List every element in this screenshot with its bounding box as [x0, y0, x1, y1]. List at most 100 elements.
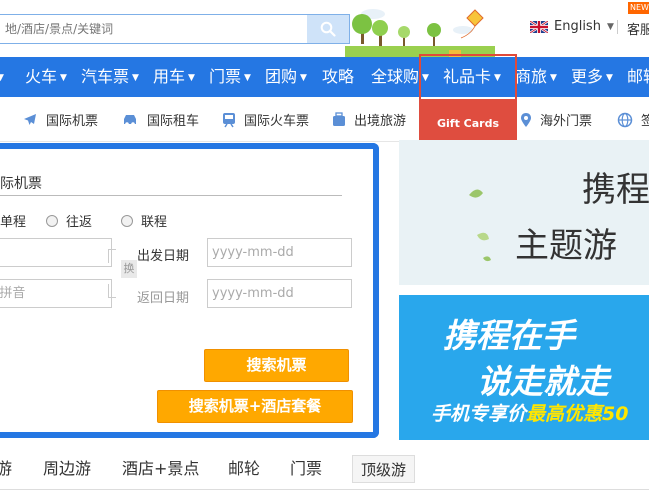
tour-category-tabs: 游 周边游 酒店+景点 邮轮 门票 顶级游	[0, 445, 649, 490]
globe-icon	[617, 112, 633, 127]
nav-item-tickets[interactable]: 门票 ▼	[209, 57, 251, 97]
top-bar: English ▼ NEW 客服	[0, 0, 649, 60]
caret-down-icon: ▼	[244, 73, 251, 83]
return-date-input[interactable]: yyyy-mm-dd	[207, 279, 352, 308]
flight-booking-panel: 际机票 单程 往返 联程 /拼音 出发日期 返回日期 yyyy-mm-dd yy…	[0, 143, 379, 438]
subnav-item-intl-car-rental[interactable]: 国际租车	[121, 97, 199, 142]
subnav-item-visa[interactable]: 签	[617, 97, 649, 142]
caret-down-icon: ▼	[300, 73, 307, 83]
swap-cities-button[interactable]: 换	[121, 260, 137, 278]
radio-button[interactable]	[121, 214, 133, 227]
nav-label: 邮轮	[627, 67, 649, 86]
subnav-label: 国际机票	[46, 114, 99, 129]
search-box	[0, 14, 350, 44]
banner-title-line1: 携程	[582, 170, 649, 210]
promo-number: 50	[602, 403, 629, 425]
train-icon	[223, 112, 235, 127]
search-flights-button[interactable]: 搜索机票	[204, 349, 349, 382]
nav-label: 火车	[25, 67, 58, 86]
plane-icon	[24, 113, 36, 125]
subnav-label: 国际租车	[147, 114, 200, 129]
trip-type-one-way[interactable]: 单程	[0, 211, 26, 230]
depart-date-label: 出发日期	[137, 249, 190, 264]
language-label: English	[554, 19, 601, 34]
language-selector[interactable]: English ▼	[530, 19, 614, 34]
caret-down-icon: ▼	[0, 73, 4, 83]
chevron-down-icon: ▼	[606, 21, 614, 32]
nav-label: 商旅	[515, 67, 548, 86]
divider	[617, 20, 618, 34]
nav-label: 更多	[571, 67, 604, 86]
subnav-label: 签	[641, 114, 649, 129]
subnav-label: 海外门票	[540, 114, 593, 129]
radio-label: 联程	[141, 215, 168, 230]
departure-city-input[interactable]	[0, 238, 112, 267]
subnav-item-intl-flights[interactable]: 国际机票	[22, 97, 98, 142]
bracket	[108, 284, 116, 298]
theme-tour-banner[interactable]: 携程 主题游	[399, 140, 649, 285]
tab-tickets[interactable]: 门票	[290, 455, 322, 483]
promo-highlight: 最高优惠	[526, 403, 603, 425]
nav-label: 汽车票	[81, 67, 130, 86]
subnav-label: 国际火车票	[244, 114, 310, 129]
tab-luxury-tours[interactable]: 顶级游	[352, 455, 416, 483]
car-icon	[124, 114, 136, 126]
nav-item-cruise[interactable]: 邮轮	[627, 57, 649, 97]
location-pin-icon	[521, 112, 531, 127]
nav-item-train[interactable]: 火车 ▼	[25, 57, 67, 97]
main-nav: ▼ 火车 ▼ 汽车票 ▼ 用车 ▼ 门票 ▼ 团购 ▼ 攻略 全球购 ▼ 礼品卡 ▼ 商旅 ▼ …	[0, 57, 649, 97]
nav-label: 团购	[265, 67, 298, 86]
new-badge: NEW	[628, 2, 649, 14]
arrival-city-input[interactable]: /拼音	[0, 279, 112, 308]
radio-label: 往返	[66, 215, 93, 230]
mobile-app-banner[interactable]: 携程在手 说走就走 手机专享价最高优惠50	[399, 295, 649, 440]
tab-tours[interactable]: 游	[0, 455, 12, 483]
search-icon	[320, 21, 336, 37]
subnav-item-outbound-tours[interactable]: 出境旅游	[332, 97, 406, 142]
caret-down-icon: ▼	[60, 73, 67, 83]
uk-flag-icon	[530, 20, 548, 33]
banner-title-line2: 主题游	[515, 226, 617, 266]
tab-nearby-tours[interactable]: 周边游	[43, 455, 91, 483]
caret-down-icon: ▼	[606, 73, 613, 83]
caret-down-icon: ▼	[132, 73, 139, 83]
header-scenery-illustration	[345, 9, 495, 60]
nav-item-car[interactable]: 用车 ▼	[153, 57, 195, 97]
suitcase-icon	[333, 111, 345, 126]
tab-cruise[interactable]: 邮轮	[228, 455, 260, 483]
divider	[0, 195, 342, 196]
subnav-item-intl-train[interactable]: 国际火车票	[222, 97, 309, 142]
nav-label: 攻略	[322, 67, 355, 86]
depart-date-input[interactable]: yyyy-mm-dd	[207, 238, 352, 267]
subnav-item-overseas-tickets[interactable]: 海外门票	[520, 97, 592, 142]
nav-label: 用车	[153, 67, 186, 86]
nav-item-business-travel[interactable]: 商旅 ▼	[515, 57, 557, 97]
nav-item-1[interactable]: ▼	[0, 57, 4, 97]
radio-label: 单程	[0, 215, 27, 230]
banner-promo-text: 手机专享价最高优惠50	[431, 399, 628, 426]
sub-nav: 国际机票 国际租车 国际火车票 出境旅游 海外门票 签	[0, 97, 649, 142]
nav-item-guides[interactable]: 攻略	[322, 57, 354, 97]
nav-item-more[interactable]: 更多 ▼	[571, 57, 613, 97]
radio-button[interactable]	[46, 214, 58, 227]
customer-service-link[interactable]: 客服	[627, 19, 649, 38]
search-button[interactable]	[307, 15, 349, 43]
banner-headline-line2: 说走就走	[477, 362, 609, 401]
search-input[interactable]	[0, 15, 307, 43]
trip-type-multi-city[interactable]: 联程	[121, 211, 167, 230]
return-date-label: 返回日期	[137, 291, 190, 306]
active-nav-outline	[419, 54, 517, 100]
nav-label: 全球购	[371, 67, 420, 86]
nav-item-bus[interactable]: 汽车票 ▼	[81, 57, 139, 97]
nav-item-group-buy[interactable]: 团购 ▼	[265, 57, 307, 97]
subnav-label: 出境旅游	[354, 114, 407, 129]
bracket	[108, 249, 116, 263]
trip-type-round-trip[interactable]: 往返	[46, 211, 92, 230]
caret-down-icon: ▼	[550, 73, 557, 83]
page: English ▼ NEW 客服 ▼ 火车▼ 汽车票▼ 用车▼ 门票▼ 团购▼ …	[0, 0, 649, 500]
promo-prefix: 手机专享价	[431, 403, 527, 425]
panel-title: 际机票	[0, 176, 42, 192]
search-flight-hotel-button[interactable]: 搜索机票+酒店套餐	[157, 390, 353, 423]
nav-label: 门票	[209, 67, 242, 86]
tab-hotel-attractions[interactable]: 酒店+景点	[122, 455, 199, 483]
